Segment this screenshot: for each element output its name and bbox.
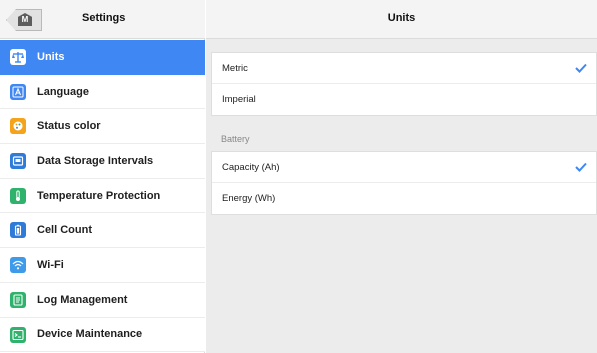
option-capacity-ah[interactable]: Capacity (Ah) bbox=[212, 152, 596, 183]
sidebar-item-label: Wi-Fi bbox=[37, 258, 64, 271]
option-label: Metric bbox=[222, 62, 248, 74]
sidebar-item-wi-fi[interactable]: Wi-Fi bbox=[0, 248, 205, 283]
settings-app: M Settings Units Language Status color D… bbox=[0, 0, 597, 353]
palette-icon-svg bbox=[13, 121, 23, 131]
sidebar-item-label: Data Storage Intervals bbox=[37, 154, 154, 167]
battery-section-title: Battery bbox=[221, 134, 250, 144]
sidebar-item-label: Cell Count bbox=[37, 224, 92, 237]
scale-icon-svg bbox=[12, 52, 24, 63]
sidebar-item-units[interactable]: Units bbox=[0, 40, 205, 75]
option-metric[interactable]: Metric bbox=[212, 53, 596, 84]
language-icon bbox=[10, 83, 26, 100]
option-imperial[interactable]: Imperial bbox=[212, 84, 596, 115]
sidebar-item-label: Language bbox=[37, 85, 89, 98]
battery-option-group: Capacity (Ah) Energy (Wh) bbox=[211, 151, 597, 215]
sidebar-item-label: Status color bbox=[37, 120, 101, 133]
language-icon-svg bbox=[12, 86, 24, 98]
palette-icon bbox=[10, 118, 26, 135]
option-energy-wh[interactable]: Energy (Wh) bbox=[212, 183, 596, 214]
storage-icon-svg bbox=[12, 156, 24, 166]
units-option-group: Metric Imperial bbox=[211, 52, 597, 116]
terminal-icon bbox=[10, 326, 26, 343]
sidebar-item-label: Temperature Protection bbox=[37, 189, 161, 202]
scale-icon bbox=[10, 49, 26, 65]
terminal-icon-svg bbox=[12, 329, 24, 340]
log-icon bbox=[10, 291, 26, 308]
sidebar-item-language[interactable]: Language bbox=[0, 74, 205, 110]
option-label: Imperial bbox=[222, 94, 256, 105]
sidebar-item-label: Log Management bbox=[37, 293, 128, 306]
option-label: Energy (Wh) bbox=[222, 193, 276, 204]
sidebar: M Settings Units Language Status color D… bbox=[0, 0, 205, 353]
sidebar-item-status-color[interactable]: Status color bbox=[0, 109, 205, 145]
sidebar-header: M Settings bbox=[0, 0, 205, 39]
page-header: Units bbox=[206, 0, 597, 39]
sidebar-item-label: Units bbox=[37, 50, 65, 63]
wifi-icon-svg bbox=[12, 261, 24, 270]
thermometer-icon bbox=[10, 187, 26, 204]
sidebar-item-cell-count[interactable]: Cell Count bbox=[0, 213, 205, 249]
check-icon bbox=[575, 162, 587, 172]
sidebar-title: Settings bbox=[82, 12, 126, 24]
check-icon bbox=[575, 63, 587, 73]
battery-icon-svg bbox=[14, 225, 22, 236]
option-label: Capacity (Ah) bbox=[222, 161, 280, 173]
sidebar-item-label: Device Maintenance bbox=[37, 328, 143, 341]
sidebar-item-log-management[interactable]: Log Management bbox=[0, 282, 205, 318]
settings-menu: Units Language Status color Data Storage… bbox=[0, 40, 205, 353]
battery-icon bbox=[10, 222, 26, 239]
page-title: Units bbox=[387, 12, 416, 24]
storage-icon bbox=[10, 153, 26, 170]
sidebar-item-data-storage-intervals[interactable]: Data Storage Intervals bbox=[0, 144, 205, 179]
thermometer-icon-svg bbox=[16, 190, 20, 201]
units-panel: Units Metric Imperial Battery Capacity (… bbox=[206, 0, 597, 353]
wifi-icon bbox=[10, 257, 26, 274]
sidebar-item-temperature-protection[interactable]: Temperature Protection bbox=[0, 178, 205, 214]
log-icon-svg bbox=[13, 294, 23, 306]
sidebar-item-device-maintenance[interactable]: Device Maintenance bbox=[0, 317, 205, 353]
